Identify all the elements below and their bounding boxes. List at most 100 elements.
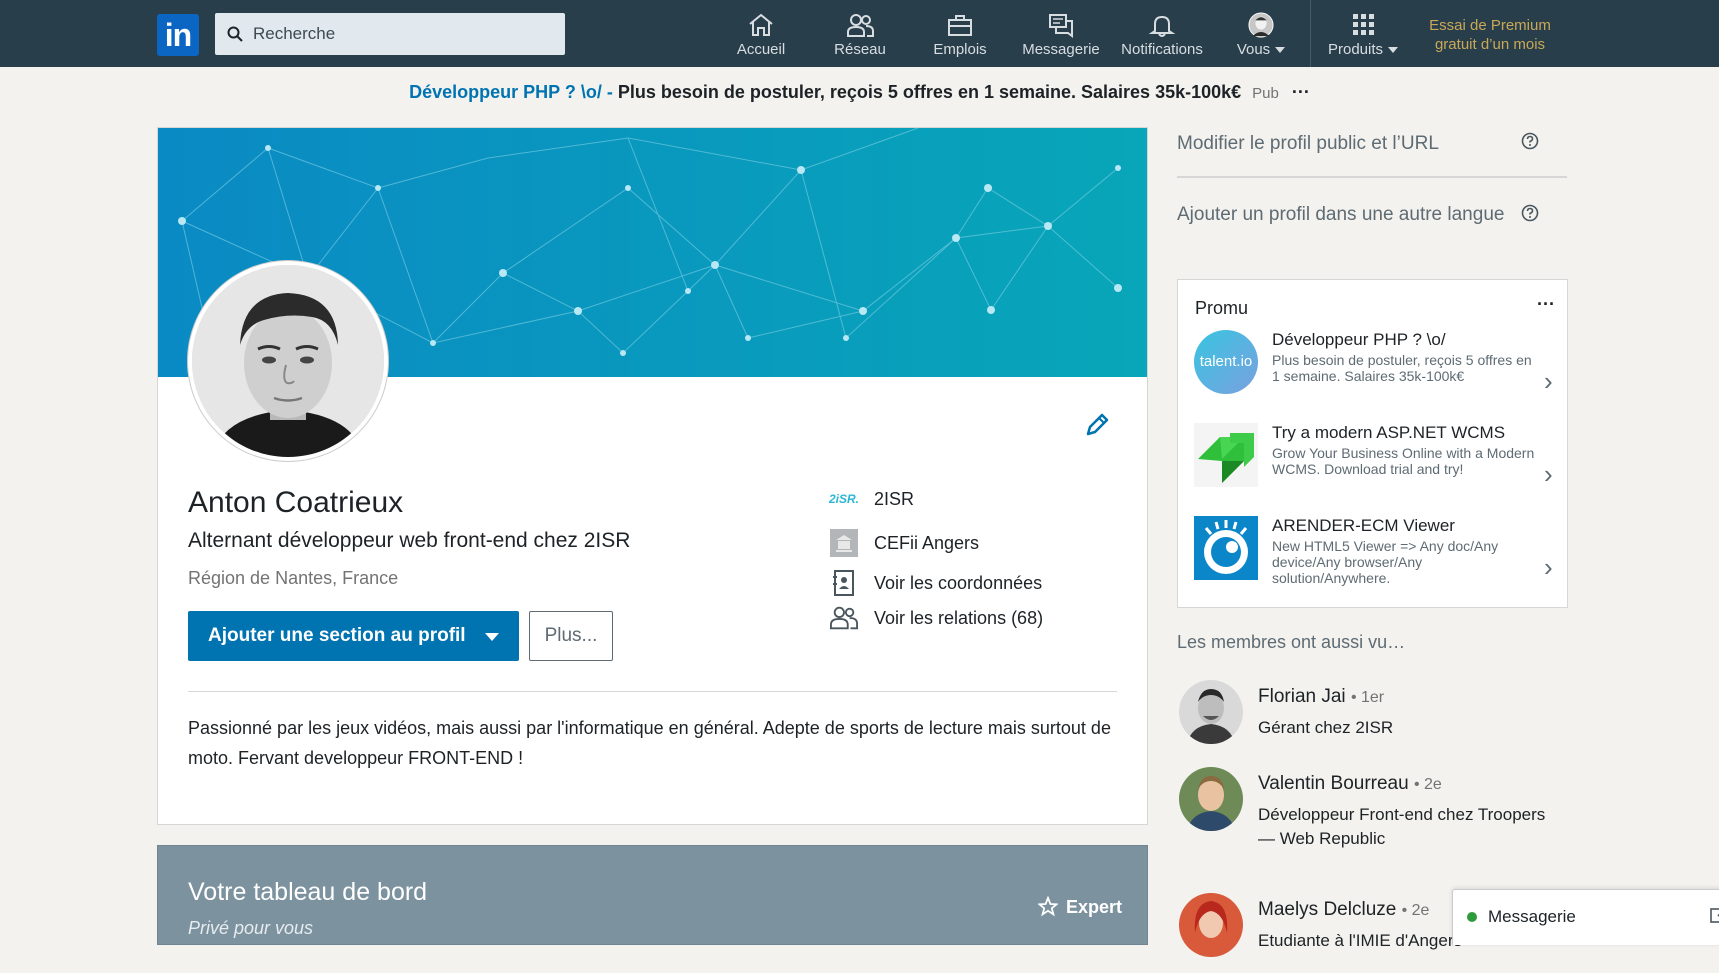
- avatar[interactable]: [1179, 767, 1243, 831]
- dashboard-subtitle: Privé pour vous: [188, 918, 314, 938]
- chevron-right-icon: ›: [1544, 552, 1553, 582]
- help-icon[interactable]: [1521, 132, 1539, 150]
- promo-item[interactable]: ARENDER-ECM Viewer New HTML5 Viewer => A…: [1194, 516, 1554, 586]
- promo-item[interactable]: talent.io Développeur PHP ? \o/ Plus bes…: [1194, 330, 1554, 400]
- section-divider: [188, 691, 1117, 692]
- expert-label: Expert: [1066, 896, 1123, 917]
- member-name[interactable]: Florian Jai: [1258, 686, 1346, 707]
- member-name-line: Valentin Bourreau • 2e: [1258, 773, 1442, 795]
- search-input[interactable]: [251, 23, 555, 45]
- contact-book-icon: [830, 569, 858, 597]
- search-box[interactable]: [215, 13, 565, 55]
- promo-item-desc: New HTML5 Viewer => Any doc/Any device/A…: [1272, 538, 1499, 586]
- nav-divider: [1310, 0, 1311, 67]
- school-link[interactable]: CEFii Angers: [830, 528, 1110, 558]
- promo-item-title: ARENDER-ECM Viewer: [1272, 516, 1455, 535]
- rail-divider: [1177, 176, 1567, 178]
- connections-label: Voir les relations (68): [874, 607, 1044, 628]
- arender-logo: [1194, 516, 1258, 580]
- promo-item-title: Développeur PHP ? \o/: [1272, 330, 1446, 349]
- connections-link[interactable]: Voir les relations (68): [830, 603, 1110, 633]
- member-degree: • 2e: [1413, 776, 1442, 793]
- avatar[interactable]: [1179, 893, 1243, 957]
- edit-public-profile-link[interactable]: Modifier le profil public et l’URL: [1177, 129, 1439, 159]
- home-icon: [749, 13, 773, 36]
- school-icon: [830, 529, 858, 557]
- talentio-logo: talent.io: [1194, 330, 1258, 394]
- online-status-dot: [1467, 912, 1477, 922]
- nav-notifications[interactable]: Notifications: [1114, 10, 1210, 62]
- profile-headline: Alternant développeur web front-end chez…: [188, 529, 631, 552]
- nav-network-label: Réseau: [834, 41, 886, 58]
- member-name[interactable]: Maelys Delcluze: [1258, 899, 1396, 920]
- member-item[interactable]: Valentin Bourreau • 2e Développeur Front…: [1177, 767, 1567, 848]
- ad-more-icon[interactable]: ···: [1292, 82, 1310, 102]
- profile-avatar-icon: [1248, 12, 1274, 38]
- nav-me-label: Vous: [1236, 41, 1271, 58]
- nav-jobs[interactable]: Emplois: [920, 10, 1000, 62]
- company-link[interactable]: 2iSR. 2ISR: [829, 484, 1110, 514]
- add-profile-section-button[interactable]: Ajouter une section au profil: [188, 611, 519, 661]
- promo-item-desc: Plus besoin de postuler, reçois 5 offres…: [1272, 352, 1532, 384]
- network-icon: [847, 14, 874, 37]
- compose-message-icon[interactable]: [1709, 905, 1719, 925]
- top-nav: in Accueil Réseau Emplois Messagerie Not…: [0, 0, 1719, 67]
- profile-summary: Passionné par les jeux vidéos, mais auss…: [188, 718, 1111, 768]
- profile-name: Anton Coatrieux: [188, 486, 404, 519]
- dashboard-card: Votre tableau de bord Privé pour vous Ex…: [157, 845, 1148, 945]
- contact-info-link[interactable]: Voir les coordonnées: [830, 568, 1110, 598]
- help-icon[interactable]: [1521, 204, 1539, 222]
- promoted-title: Promu: [1195, 298, 1249, 318]
- add-language-profile-link[interactable]: Ajouter un profil dans une autre langue: [1177, 200, 1517, 230]
- promo-more-icon[interactable]: ···: [1537, 294, 1555, 315]
- company-logo: 2iSR.: [829, 492, 860, 506]
- member-headline: Gérant chez 2ISR: [1258, 718, 1394, 737]
- chevron-down-icon: [485, 633, 499, 641]
- dashboard-title: Votre tableau de bord: [188, 878, 428, 906]
- ad-tag: Pub: [1252, 85, 1279, 102]
- briefcase-icon: [948, 15, 972, 36]
- more-button[interactable]: Plus...: [529, 611, 613, 661]
- star-icon: [1038, 896, 1058, 917]
- aspnet-wcms-logo: [1194, 423, 1258, 487]
- nav-jobs-label: Emplois: [933, 41, 987, 58]
- linkedin-logo[interactable]: in: [157, 14, 199, 56]
- nav-home-label: Accueil: [736, 41, 786, 58]
- member-degree: • 2e: [1401, 902, 1430, 919]
- messaging-label: Messagerie: [1488, 907, 1576, 926]
- member-name[interactable]: Valentin Bourreau: [1258, 773, 1409, 794]
- messaging-overlay[interactable]: Messagerie: [1452, 889, 1719, 945]
- expert-badge[interactable]: Expert: [1038, 896, 1122, 918]
- premium-trial-link[interactable]: Essai de Premium gratuit d’un mois: [1420, 16, 1560, 54]
- member-name-line: Maelys Delcluze • 2e: [1258, 899, 1429, 921]
- search-icon: [227, 26, 243, 42]
- ad-headline[interactable]: Développeur PHP ? \o/ -: [409, 82, 613, 102]
- member-headline: Développeur Front-end chez Troopers — We…: [1258, 805, 1546, 848]
- nav-network[interactable]: Réseau: [820, 10, 900, 62]
- member-item[interactable]: Florian Jai • 1er Gérant chez 2ISR: [1177, 680, 1567, 760]
- ad-text[interactable]: Plus besoin de postuler, reçois 5 offres…: [618, 82, 1241, 102]
- grid-icon: [1353, 14, 1374, 35]
- promo-item-title: Try a modern ASP.NET WCMS: [1272, 423, 1506, 442]
- chevron-right-icon: ›: [1544, 366, 1553, 396]
- add-profile-section-label: Ajouter une section au profil: [208, 625, 466, 646]
- nav-products[interactable]: Produits: [1318, 10, 1408, 62]
- edit-profile-icon[interactable]: [1082, 410, 1112, 440]
- nav-home[interactable]: Accueil: [724, 10, 798, 62]
- nav-me[interactable]: Vous: [1228, 10, 1294, 62]
- profile-photo[interactable]: [188, 261, 388, 461]
- company-name: 2ISR: [874, 488, 915, 509]
- school-name: CEFii Angers: [874, 532, 980, 553]
- nav-messaging-label: Messagerie: [1022, 41, 1100, 58]
- bell-icon: [1148, 15, 1176, 37]
- promo-item[interactable]: Try a modern ASP.NET WCMS Grow Your Busi…: [1194, 423, 1554, 493]
- connections-icon: [830, 604, 858, 632]
- ad-banner[interactable]: Développeur PHP ? \o/ - Plus besoin de p…: [0, 82, 1719, 103]
- promoted-card: Promu ··· talent.io Développeur PHP ? \o…: [1177, 279, 1568, 608]
- nav-messaging[interactable]: Messagerie: [1018, 10, 1104, 62]
- profile-card: Anton Coatrieux Alternant développeur we…: [157, 127, 1148, 825]
- chevron-down-icon: [1388, 47, 1399, 54]
- avatar[interactable]: [1179, 680, 1243, 744]
- nav-notifications-label: Notifications: [1121, 41, 1203, 58]
- also-viewed-title: Les membres ont aussi vu…: [1177, 632, 1406, 652]
